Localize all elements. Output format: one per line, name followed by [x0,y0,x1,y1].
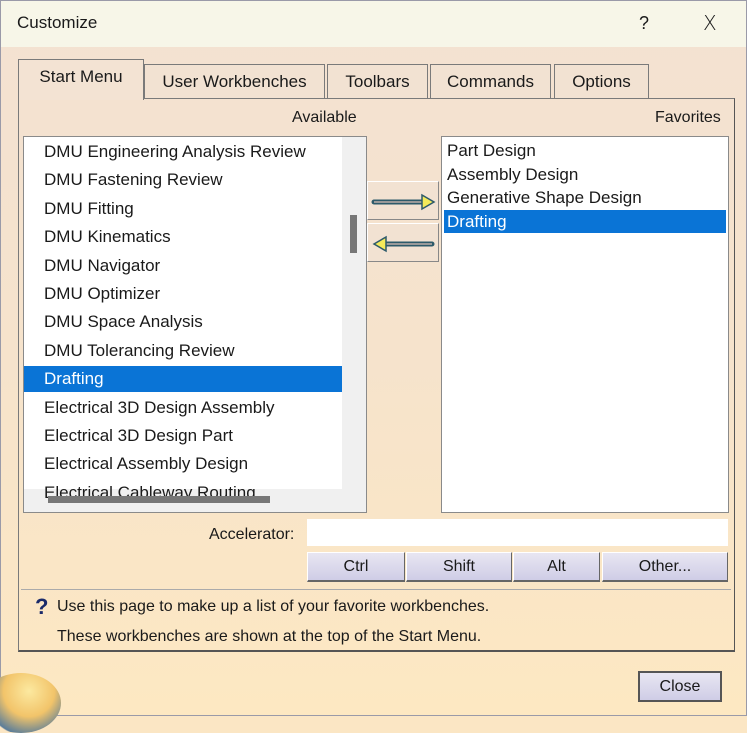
alt-button[interactable]: Alt [513,552,600,582]
arrow-right-icon [371,193,436,211]
other-button[interactable]: Other... [602,552,728,582]
available-item[interactable]: DMU Space Analysis [24,309,342,335]
available-item[interactable]: DMU Optimizer [24,281,342,307]
remove-from-favorites-button[interactable] [367,223,439,262]
available-item[interactable]: DMU Kinematics [24,224,342,250]
help-question-icon: ? [35,594,49,619]
tab-commands[interactable]: Commands [430,64,551,99]
available-list[interactable]: Electrical Cableway Routing Electrical As… [23,136,367,513]
close-icon[interactable]: X [703,11,717,35]
customize-dialog: Customize ? X Start Menu User Workbenche… [0,0,747,733]
add-to-favorites-button[interactable] [367,181,439,220]
favorites-list[interactable]: Part Design Assembly Design Generative Sha… [441,136,729,513]
available-item[interactable]: Drafting [24,366,342,393]
horizontal-scrollbar-thumb[interactable] [48,496,270,503]
favorite-item[interactable]: Generative Shape Design [444,186,726,209]
favorite-item[interactable]: Part Design [444,139,726,162]
dialog-title: Customize [17,13,98,32]
shift-button[interactable]: Shift [406,552,512,582]
favorite-item[interactable]: Assembly Design [444,163,726,186]
favorite-item[interactable]: Drafting [444,209,726,233]
title-bar: Customize ? X [1,1,746,47]
available-item[interactable]: DMU Engineering Analysis Review [24,139,342,165]
available-item[interactable]: Electrical 3D Design Part [24,423,342,449]
help-icon[interactable]: ? [639,13,649,34]
available-item[interactable]: DMU Fitting [24,196,342,222]
accelerator-label: Accelerator: [209,526,295,543]
available-label: Available [292,109,357,126]
tab-options[interactable]: Options [554,64,649,99]
separator [21,589,731,590]
available-item[interactable]: Electrical 3D Design Assembly [24,395,342,421]
available-item[interactable]: DMU Fastening Review [24,167,342,193]
available-item[interactable]: DMU Tolerancing Review [24,338,342,364]
help-text-line1: Use this page to make up a list of your … [57,598,490,615]
app-logo [0,673,61,733]
arrow-left-icon [372,235,435,253]
close-button[interactable]: Close [638,671,722,702]
vertical-scrollbar-thumb[interactable] [350,215,357,253]
accelerator-input[interactable] [307,519,728,546]
available-item[interactable]: DMU Navigator [24,253,342,279]
help-text-line2: These workbenches are shown at the top o… [57,628,482,645]
tab-toolbars[interactable]: Toolbars [327,64,428,99]
available-item[interactable]: Electrical Assembly Design [24,451,342,477]
tab-user-workbenches[interactable]: User Workbenches [144,64,325,99]
ctrl-button[interactable]: Ctrl [307,552,405,582]
favorites-label: Favorites [655,109,721,126]
tab-start-menu[interactable]: Start Menu [18,59,144,100]
